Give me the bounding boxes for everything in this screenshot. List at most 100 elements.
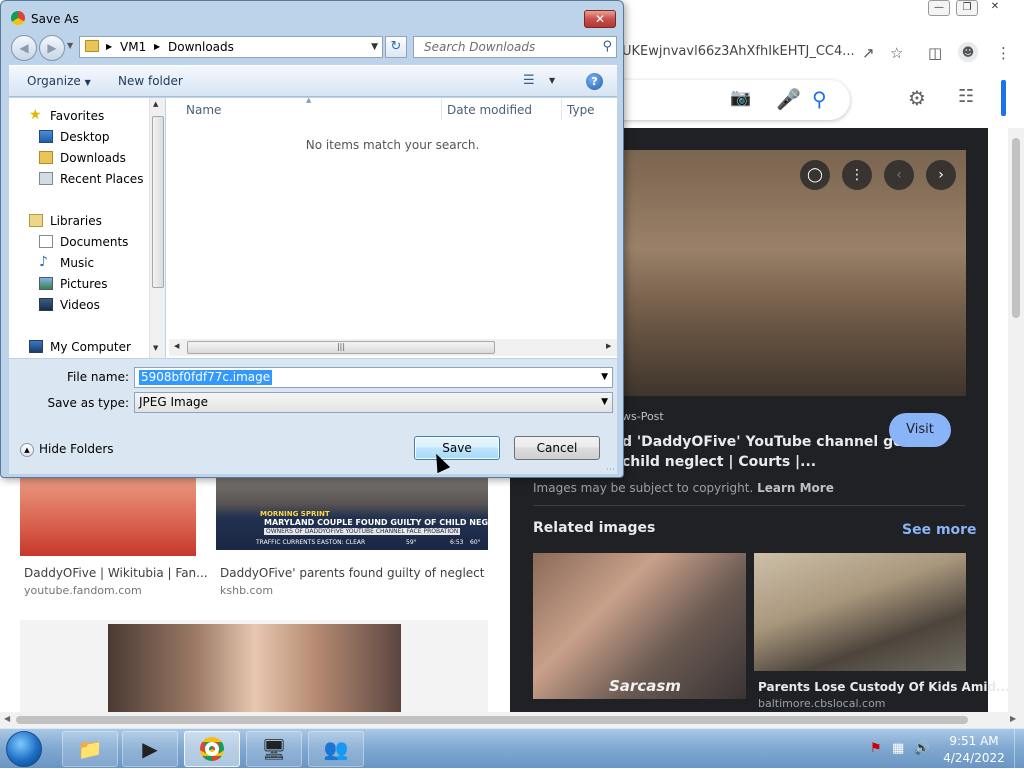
- search-icon[interactable]: ⚲: [812, 87, 827, 111]
- chevron-down-icon[interactable]: ▼: [549, 76, 555, 85]
- view-options-icon[interactable]: ☰: [523, 73, 535, 88]
- nav-favorites[interactable]: ★ Favorites: [9, 106, 149, 126]
- chevron-right-icon[interactable]: ▶: [106, 42, 112, 51]
- nav-videos[interactable]: Videos: [9, 295, 149, 315]
- learn-more-link[interactable]: Learn More: [757, 481, 834, 495]
- start-button[interactable]: [6, 731, 42, 767]
- side-panel-icon[interactable]: ◫: [928, 44, 942, 62]
- bookmark-star-icon[interactable]: ☆: [890, 44, 903, 62]
- preview-source[interactable]: ws-Post: [622, 410, 664, 423]
- file-name-value[interactable]: 5908bf0fdf77c.image: [139, 370, 273, 385]
- forward-button[interactable]: ▶: [39, 35, 65, 61]
- profile-icon[interactable]: ☻: [958, 42, 978, 62]
- dialog-close-button[interactable]: ✕: [584, 10, 616, 28]
- preview-title[interactable]: d 'DaddyOFive' YouTube channel gets chil…: [622, 432, 918, 472]
- result-image-1[interactable]: [20, 478, 196, 556]
- result-title-1[interactable]: DaddyOFive | Wikitubia | Fan...: [24, 566, 208, 580]
- page-vertical-scrollbar[interactable]: [1008, 128, 1024, 712]
- scroll-left-arrow-icon[interactable]: ◀: [174, 342, 179, 350]
- clock-time[interactable]: 9:51 AM: [944, 734, 1004, 748]
- next-arrow-icon[interactable]: ›: [926, 160, 956, 190]
- scroll-right-arrow-icon[interactable]: ▶: [1010, 714, 1016, 723]
- chevron-down-icon[interactable]: ▼: [601, 397, 608, 407]
- nav-desktop[interactable]: Desktop: [9, 127, 149, 147]
- search-input[interactable]: [414, 37, 594, 57]
- chrome-taskbar-icon[interactable]: [184, 731, 240, 767]
- file-list-scroll-thumb[interactable]: |||: [187, 341, 495, 354]
- related-caption-2[interactable]: Parents Lose Custody Of Kids Amid...: [758, 680, 1010, 694]
- settings-gear-icon[interactable]: ⚙: [908, 86, 926, 110]
- page-vertical-scroll-thumb[interactable]: [1012, 138, 1020, 318]
- preview-image[interactable]: ◯ ⋮ ‹ ›: [622, 150, 966, 396]
- previous-arrow-icon[interactable]: ‹: [884, 160, 914, 190]
- resize-grip-icon[interactable]: ⋯: [606, 465, 615, 475]
- show-desktop-button[interactable]: [1014, 729, 1024, 769]
- navigation-pane-scrollbar[interactable]: ▲ ▼: [149, 98, 165, 358]
- breadcrumb-downloads[interactable]: Downloads: [168, 40, 234, 54]
- page-horizontal-scroll-thumb[interactable]: [16, 716, 968, 724]
- result-image-2[interactable]: MORNING SPRINT MARYLAND COUPLE FOUND GUI…: [216, 478, 510, 550]
- new-folder-button[interactable]: New folder: [118, 74, 183, 88]
- save-as-type-select[interactable]: JPEG Image ▼: [134, 392, 613, 413]
- visit-button[interactable]: Visit: [889, 413, 951, 447]
- see-more-link[interactable]: See more: [902, 522, 977, 538]
- media-player-taskbar-icon[interactable]: ▶: [122, 731, 178, 767]
- nav-my-computer[interactable]: My Computer: [9, 337, 149, 357]
- nav-music[interactable]: ♪ Music: [9, 253, 149, 273]
- control-panel-taskbar-icon[interactable]: 🖥: [246, 731, 302, 767]
- refresh-button[interactable]: ↻: [385, 36, 407, 58]
- clock-date[interactable]: 4/24/2022: [940, 751, 1008, 765]
- nav-downloads[interactable]: Downloads: [9, 148, 149, 168]
- chevron-right-icon[interactable]: ▶: [154, 42, 160, 51]
- nav-pictures[interactable]: Pictures: [9, 274, 149, 294]
- explorer-taskbar-icon[interactable]: 📁: [62, 731, 118, 767]
- navigation-pane-scroll-thumb[interactable]: [152, 116, 164, 288]
- cancel-button[interactable]: Cancel: [514, 436, 600, 460]
- restore-button[interactable]: ❐: [956, 0, 978, 16]
- result-image-3[interactable]: [20, 620, 488, 712]
- result-title-2[interactable]: DaddyOFive' parents found guilty of negl…: [220, 566, 484, 580]
- apps-grid-icon[interactable]: ☷: [958, 86, 974, 107]
- camera-search-icon[interactable]: 📷: [730, 88, 751, 108]
- scroll-left-arrow-icon[interactable]: ◀: [4, 714, 10, 723]
- location-bar[interactable]: ▶ VM1 ▶ Downloads ▼: [79, 36, 383, 58]
- minimize-button[interactable]: —: [928, 0, 950, 16]
- sign-in-button-edge[interactable]: [1001, 80, 1006, 116]
- browser-close-button[interactable]: ✕: [984, 0, 1006, 16]
- lens-icon[interactable]: ◯: [800, 160, 830, 190]
- volume-icon[interactable]: 🔊: [914, 741, 930, 756]
- column-name[interactable]: Name: [186, 103, 221, 117]
- browser-menu-icon[interactable]: ⋮: [996, 44, 1011, 62]
- more-options-icon[interactable]: ⋮: [842, 160, 872, 190]
- page-horizontal-scrollbar[interactable]: ◀ ▶: [0, 712, 1024, 728]
- nav-libraries[interactable]: Libraries: [9, 211, 149, 231]
- users-taskbar-icon[interactable]: 👥: [308, 731, 364, 767]
- scroll-right-arrow-icon[interactable]: ▶: [606, 342, 611, 350]
- chevron-down-icon[interactable]: ▼: [371, 42, 378, 52]
- column-type[interactable]: Type: [567, 103, 595, 117]
- scroll-up-arrow-icon[interactable]: ▲: [153, 100, 158, 108]
- search-field[interactable]: ⚲: [413, 36, 617, 58]
- share-icon[interactable]: ↗: [862, 44, 875, 62]
- file-name-input[interactable]: 5908bf0fdf77c.image ▼: [134, 367, 613, 388]
- nav-documents[interactable]: Documents: [9, 232, 149, 252]
- organize-button[interactable]: Organize ▼: [27, 74, 91, 88]
- recent-locations-dropdown-icon[interactable]: ▼: [67, 41, 73, 50]
- google-search-bar[interactable]: 📷 🎤 ⚲: [600, 80, 850, 120]
- action-center-icon[interactable]: ⚑: [870, 741, 882, 756]
- nav-recent-places[interactable]: Recent Places: [9, 169, 149, 189]
- help-icon[interactable]: ?: [586, 73, 603, 90]
- breadcrumb-vm1[interactable]: VM1: [120, 40, 146, 54]
- related-image-1[interactable]: Sarcasm: [533, 553, 746, 699]
- scroll-down-arrow-icon[interactable]: ▼: [153, 344, 158, 352]
- hide-folders-toggle[interactable]: ▲ Hide Folders: [20, 442, 114, 457]
- chevron-down-icon[interactable]: ▼: [601, 372, 608, 382]
- back-button[interactable]: ◀: [11, 35, 37, 61]
- search-icon[interactable]: ⚲: [602, 39, 612, 54]
- save-button[interactable]: Save: [414, 436, 500, 460]
- file-list-horizontal-scrollbar[interactable]: ◀ ||| ▶: [169, 339, 617, 356]
- column-date-modified[interactable]: Date modified: [447, 103, 532, 117]
- microphone-icon[interactable]: 🎤: [776, 87, 801, 111]
- address-bar[interactable]: UKEwjnvavl66z3AhXfhIkEHTJ_CC4... ↗ ☆ ◫ ☻…: [600, 36, 1024, 68]
- related-image-2[interactable]: [754, 553, 966, 671]
